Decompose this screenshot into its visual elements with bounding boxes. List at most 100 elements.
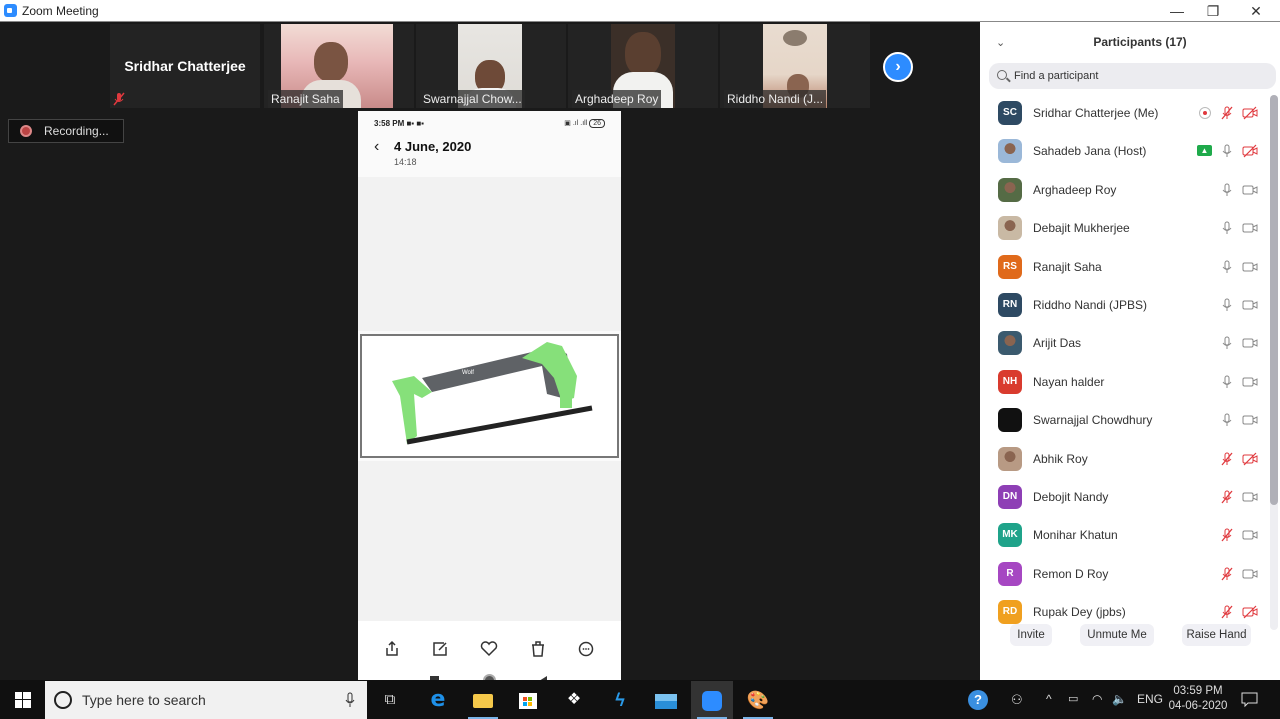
minimize-button[interactable]: —: [1167, 2, 1187, 20]
muted-mic-icon[interactable]: [1219, 527, 1235, 543]
edge-icon[interactable]: e: [417, 681, 459, 719]
participant-row[interactable]: Sahadeb Jana (Host) ▲: [980, 132, 1270, 170]
video-icon[interactable]: [1242, 220, 1258, 236]
language-indicator[interactable]: ENG: [1137, 680, 1163, 719]
video-off-icon[interactable]: [1242, 451, 1258, 467]
video-icon[interactable]: [1242, 566, 1258, 582]
paint-icon[interactable]: 🎨: [737, 681, 779, 719]
mic-icon[interactable]: [1219, 297, 1235, 313]
muted-mic-icon[interactable]: [1219, 489, 1235, 505]
video-icon[interactable]: [1242, 489, 1258, 505]
participant-row[interactable]: NH Nayan halder: [980, 363, 1270, 401]
mail-icon[interactable]: [645, 681, 687, 719]
more-icon[interactable]: [576, 639, 596, 659]
avatar: [998, 177, 1022, 202]
share-icon[interactable]: [382, 639, 402, 659]
participant-name: Debajit Mukherjee: [1033, 221, 1130, 236]
microsoft-store-icon[interactable]: [507, 681, 549, 719]
muted-mic-icon[interactable]: [1219, 604, 1235, 620]
file-explorer-icon[interactable]: [462, 681, 504, 719]
microphone-icon[interactable]: [345, 692, 355, 708]
mic-icon[interactable]: [1219, 182, 1235, 198]
heart-icon[interactable]: [479, 639, 499, 659]
participant-search-input[interactable]: Find a participant: [989, 63, 1276, 89]
video-tile[interactable]: Riddho Nandi (J...: [720, 24, 870, 108]
participants-title: Participants (17): [1093, 35, 1187, 49]
mic-icon[interactable]: [1219, 220, 1235, 236]
mic-icon[interactable]: [1219, 143, 1235, 159]
muted-mic-icon[interactable]: [1219, 451, 1235, 467]
participant-row[interactable]: Abhik Roy: [980, 440, 1270, 478]
avatar: [998, 331, 1022, 356]
muted-mic-icon[interactable]: [1219, 105, 1235, 121]
unmute-me-button[interactable]: Unmute Me: [1080, 624, 1154, 646]
video-icon[interactable]: [1242, 527, 1258, 543]
task-view-icon[interactable]: ⧉: [369, 681, 411, 719]
video-icon[interactable]: [1242, 259, 1258, 275]
app-icon[interactable]: ϟ: [599, 681, 641, 719]
taskbar-clock[interactable]: 03:59 PM 04-06-2020: [1163, 684, 1233, 714]
video-icon[interactable]: [1242, 374, 1258, 390]
restore-button[interactable]: ❐: [1203, 2, 1223, 20]
raise-hand-button[interactable]: Raise Hand: [1182, 624, 1251, 646]
video-icon[interactable]: [1242, 297, 1258, 313]
zoom-app-icon: [4, 4, 17, 17]
photo-date: 4 June, 2020: [394, 139, 472, 154]
battery-icon[interactable]: ▭: [1068, 680, 1078, 719]
participant-row[interactable]: Arghadeep Roy: [980, 171, 1270, 209]
video-icon[interactable]: [1242, 182, 1258, 198]
participant-row[interactable]: Swarnajjal Chowdhury: [980, 401, 1270, 439]
video-tile[interactable]: Swarnajjal Chow...: [416, 24, 566, 108]
mic-icon[interactable]: [1219, 259, 1235, 275]
participant-list: SC Sridhar Chatterjee (Me) Sahadeb Jana (H…: [980, 94, 1270, 631]
shared-screen: 3:58 PM ■▪ ■▪ ▣ .ıl .ıll 26 ‹ 4 June, 20…: [358, 111, 621, 702]
participant-row[interactable]: DN Debojit Nandy: [980, 478, 1270, 516]
participant-name: Swarnajjal Chowdhury: [1033, 413, 1153, 428]
recording-indicator[interactable]: Recording...: [8, 119, 124, 143]
participant-row[interactable]: Arijit Das: [980, 324, 1270, 362]
participant-name: Sridhar Chatterjee: [124, 58, 246, 74]
participant-name: Riddho Nandi (J...: [724, 90, 827, 108]
participant-name: Sahadeb Jana (Host): [1033, 144, 1147, 159]
edit-icon[interactable]: [430, 639, 450, 659]
participant-row[interactable]: Debajit Mukherjee: [980, 209, 1270, 247]
recording-icon: [1197, 105, 1213, 121]
invite-button[interactable]: Invite: [1010, 624, 1052, 646]
participant-row[interactable]: RN Riddho Nandi (JPBS): [980, 286, 1270, 324]
action-center-icon[interactable]: [1241, 691, 1258, 708]
people-icon[interactable]: ⚇: [1011, 680, 1023, 719]
participant-name: Riddho Nandi (JPBS): [1033, 297, 1148, 312]
volume-icon[interactable]: 🔈: [1112, 680, 1127, 719]
participant-row[interactable]: MK Monihar Khatun: [980, 516, 1270, 554]
video-icon[interactable]: [1242, 335, 1258, 351]
scrollbar-thumb[interactable]: [1270, 95, 1278, 505]
video-tile[interactable]: Sridhar Chatterjee: [110, 24, 260, 108]
close-button[interactable]: ✕: [1246, 2, 1266, 20]
zoom-taskbar-icon[interactable]: [691, 681, 733, 719]
video-off-icon[interactable]: [1242, 143, 1258, 159]
show-hidden-icons-chevron[interactable]: ^: [1046, 680, 1052, 719]
taskbar-search-input[interactable]: Type here to search: [45, 681, 367, 719]
next-page-button[interactable]: ›: [883, 52, 913, 82]
participant-row[interactable]: RS Ranajit Saha: [980, 248, 1270, 286]
delete-icon[interactable]: [528, 639, 548, 659]
mic-icon[interactable]: [1219, 412, 1235, 428]
mic-icon[interactable]: [1219, 335, 1235, 351]
avatar: RD: [998, 600, 1022, 625]
video-icon[interactable]: [1242, 412, 1258, 428]
video-off-icon[interactable]: [1242, 604, 1258, 620]
dropbox-icon[interactable]: ❖: [553, 681, 595, 719]
windows-start-icon[interactable]: [15, 692, 31, 708]
participant-row[interactable]: R Remon D Roy: [980, 555, 1270, 593]
muted-mic-icon[interactable]: [1219, 566, 1235, 582]
participant-row[interactable]: SC Sridhar Chatterjee (Me): [980, 94, 1270, 132]
video-tile[interactable]: Arghadeep Roy: [568, 24, 718, 108]
video-off-icon[interactable]: [1242, 105, 1258, 121]
wifi-icon[interactable]: ◠: [1092, 680, 1102, 719]
help-icon[interactable]: ?: [968, 680, 988, 719]
screen-share-icon: ▲: [1197, 145, 1212, 157]
avatar: [998, 408, 1022, 433]
back-arrow-icon: ‹: [374, 138, 380, 155]
video-tile[interactable]: Ranajit Saha: [264, 24, 414, 108]
mic-icon[interactable]: [1219, 374, 1235, 390]
